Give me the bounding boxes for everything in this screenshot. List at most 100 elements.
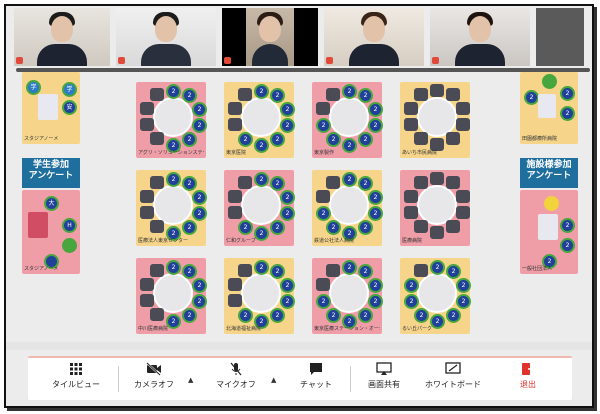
occupied-seat[interactable]: 2 [182, 220, 197, 235]
occupied-seat[interactable]: 2 [238, 308, 253, 323]
empty-seat[interactable] [414, 176, 428, 189]
occupied-seat[interactable]: 2 [166, 172, 181, 187]
empty-seat[interactable] [430, 84, 444, 97]
empty-seat[interactable] [150, 308, 164, 321]
occupied-seat[interactable]: 2 [192, 278, 207, 293]
occupied-seat[interactable]: 2 [358, 264, 373, 279]
empty-seat[interactable] [228, 102, 242, 115]
empty-seat[interactable] [150, 176, 164, 189]
tile-view-button[interactable]: タイルビュー [46, 362, 106, 396]
empty-seat[interactable] [326, 88, 340, 101]
occupied-seat[interactable]: 2 [368, 278, 383, 293]
occupied-seat[interactable]: 2 [238, 220, 253, 235]
participant-video-1[interactable] [14, 8, 110, 66]
occupied-seat[interactable]: 2 [446, 308, 461, 323]
whiteboard-button[interactable]: ホワイトボード [418, 362, 488, 396]
table-card[interactable]: 222222アグリ・ソリューションステーション [136, 82, 207, 158]
empty-seat[interactable] [228, 206, 242, 219]
empty-seat[interactable] [238, 88, 252, 101]
occupied-seat[interactable]: 2 [358, 176, 373, 191]
empty-seat[interactable] [316, 278, 330, 291]
empty-seat[interactable] [228, 190, 242, 203]
empty-seat[interactable] [228, 278, 242, 291]
table-card[interactable]: 2 2 2 2 2 2 2 北海道福祉病院 [224, 258, 295, 334]
empty-seat[interactable] [238, 176, 252, 189]
occupied-seat[interactable]: 2 [456, 278, 471, 293]
occupied-seat[interactable]: 2 [368, 190, 383, 205]
empty-seat[interactable] [140, 190, 154, 203]
empty-seat[interactable] [228, 118, 242, 131]
screen-share-button[interactable]: 画面共有 [358, 362, 410, 396]
participant-video-2[interactable] [116, 8, 216, 66]
empty-seat[interactable] [140, 118, 154, 131]
empty-seat[interactable] [404, 190, 418, 203]
occupied-seat[interactable]: 2 [270, 264, 285, 279]
occupied-seat[interactable]: 2 [192, 190, 207, 205]
empty-seat[interactable] [414, 264, 428, 277]
occupied-seat[interactable]: 2 [430, 260, 445, 275]
occupied-seat[interactable]: 2 [270, 308, 285, 323]
table-card[interactable]: 2 2 2 2 2 2 医療法人東京センター [136, 170, 207, 246]
empty-seat[interactable] [456, 190, 470, 203]
occupied-seat[interactable]: 2 [326, 220, 341, 235]
right-lounge-card[interactable]: 2 2 2 一般社団法人 [520, 190, 578, 274]
empty-seat[interactable] [140, 102, 154, 115]
empty-seat[interactable] [404, 118, 418, 131]
occupied-seat[interactable]: 2 [182, 264, 197, 279]
occupied-seat[interactable]: 2 [368, 118, 383, 133]
empty-seat[interactable] [414, 132, 428, 145]
empty-seat[interactable] [316, 190, 330, 203]
empty-seat[interactable] [228, 294, 242, 307]
left-table-card[interactable]: 学 学 安 スタジアノーメ [22, 72, 80, 144]
occupied-seat[interactable]: 2 [182, 88, 197, 103]
occupied-seat[interactable]: 2 [182, 308, 197, 323]
occupied-seat[interactable]: 2 [316, 294, 331, 309]
table-card[interactable]: 2 2 2 2 2 2 2 2 東京製作 [312, 82, 383, 158]
occupied-seat[interactable]: 2 [192, 206, 207, 221]
mic-options-caret[interactable]: ▲ [271, 376, 276, 384]
occupied-seat[interactable]: 2 [342, 84, 357, 99]
occupied-seat[interactable]: 2 [368, 206, 383, 221]
occupied-seat[interactable]: 2 [182, 176, 197, 191]
empty-seat[interactable] [316, 102, 330, 115]
occupied-seat[interactable]: 2 [456, 294, 471, 309]
table-card[interactable]: 2 2 2 2 2 2 2 東京医院 [224, 82, 295, 158]
occupied-seat[interactable]: 2 [280, 118, 295, 133]
horizontal-scrollbar[interactable] [6, 342, 592, 350]
empty-seat[interactable] [446, 220, 460, 233]
empty-seat[interactable] [326, 176, 340, 189]
occupied-seat[interactable]: 2 [342, 260, 357, 275]
empty-seat[interactable] [238, 264, 252, 277]
participant-video-5[interactable] [430, 8, 530, 66]
mic-off-button[interactable]: マイクオフ [208, 362, 264, 396]
occupied-seat[interactable]: 2 [414, 308, 429, 323]
table-card[interactable]: 2 2 2 2 2 2 2 2 鉄道公社法人病院 [312, 170, 383, 246]
occupied-seat[interactable]: 2 [270, 220, 285, 235]
occupied-seat[interactable]: 2 [358, 132, 373, 147]
occupied-seat[interactable]: 2 [254, 260, 269, 275]
empty-seat[interactable] [150, 220, 164, 233]
table-card[interactable]: 2 2 2 2 2 2 2 仁和グループ [224, 170, 295, 246]
left-lounge-card[interactable]: 大 H スタジアノーメ [22, 190, 80, 274]
participant-video-6[interactable] [536, 8, 584, 66]
empty-seat[interactable] [456, 118, 470, 131]
occupied-seat[interactable]: 2 [192, 118, 207, 133]
empty-seat[interactable] [456, 206, 470, 219]
occupied-seat[interactable]: 2 [368, 102, 383, 117]
empty-seat[interactable] [140, 294, 154, 307]
occupied-seat[interactable]: 2 [166, 84, 181, 99]
occupied-seat[interactable]: 2 [280, 294, 295, 309]
occupied-seat[interactable]: 2 [280, 102, 295, 117]
empty-seat[interactable] [446, 132, 460, 145]
empty-seat[interactable] [150, 88, 164, 101]
student-survey-button[interactable]: 学生参加 アンケート [22, 158, 80, 188]
table-card[interactable]: 22222222東京医療ステーション・オーシャン病院 [312, 258, 383, 334]
camera-options-caret[interactable]: ▲ [188, 376, 193, 384]
empty-seat[interactable] [140, 278, 154, 291]
occupied-seat[interactable]: 2 [182, 132, 197, 147]
occupied-seat[interactable]: 2 [326, 308, 341, 323]
table-card[interactable]: 2 2 2 2 2 2 中川医療病院 [136, 258, 207, 334]
table-card[interactable]: あいち市民病院 [400, 82, 470, 158]
occupied-seat[interactable]: 2 [326, 132, 341, 147]
right-table-card[interactable]: 2 2 2 田園都療所病院 [520, 72, 578, 144]
